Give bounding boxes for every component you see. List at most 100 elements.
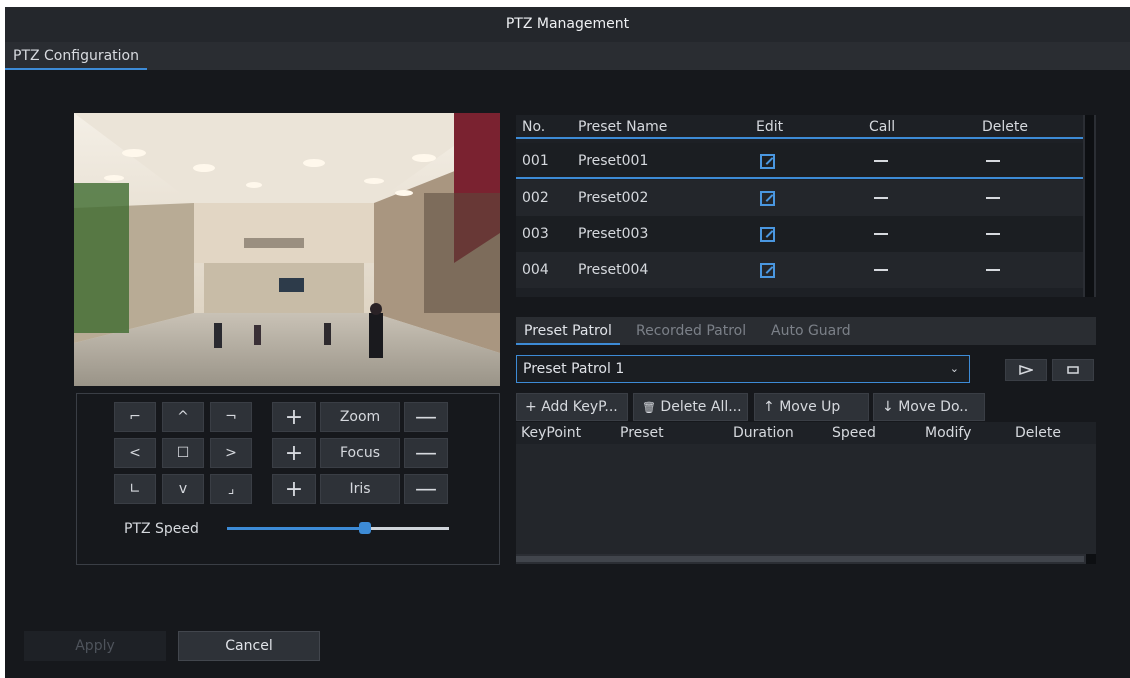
tab-auto-guard[interactable]: Auto Guard [763,317,859,345]
preset-name: Preset003 [578,226,649,242]
preset-table-header: No. Preset Name Edit Call Delete [516,115,1083,139]
left-arrow-icon[interactable]: < [114,438,156,468]
plus-icon: + [525,399,537,415]
keypoint-table-header: KeyPoint Preset Duration Speed Modify De… [516,422,1096,444]
edit-icon[interactable] [760,180,775,216]
keypoint-table-scrollbar[interactable] [516,554,1096,564]
scrollbar-thumb[interactable] [516,556,1084,562]
header-delete: Delete [982,119,1028,135]
ptz-speed-fill [227,527,365,530]
apply-button[interactable]: Apply [24,631,166,661]
call-preset-button[interactable] [874,252,888,288]
preset-table-scrollbar[interactable] [1083,115,1096,297]
up-arrow-icon[interactable]: ^ [162,402,204,432]
preset-name: Preset004 [578,262,649,278]
preset-no: 004 [522,262,549,278]
focus-far-button[interactable]: — [404,438,448,468]
delete-all-button[interactable]: 🗑 Delete All... [633,393,748,421]
add-keypoint-button[interactable]: + Add KeyP... [516,393,628,421]
call-preset-button[interactable] [874,180,888,216]
move-down-label: Move Do.. [898,399,969,415]
direction-glyph: ⌐ [129,409,141,425]
zoom-out-button[interactable]: — [404,402,448,432]
mall-scene-image [74,113,500,386]
direction-glyph: ^ [177,409,189,425]
iris-open-button[interactable]: + [272,474,316,504]
scrollbar-corner [1086,554,1096,564]
delete-preset-button[interactable] [986,252,1000,288]
keypoint-table: KeyPoint Preset Duration Speed Modify De… [516,422,1096,564]
header-preset: Preset [620,425,664,441]
delete-preset-button[interactable] [986,143,1000,179]
preset-row[interactable]: 001 Preset001 [516,143,1083,179]
top-left-arrow-icon[interactable]: ⌐ [114,402,156,432]
ptz-control-panel: ⌐ ^ ¬ < ☐ > ∟ v ⌟ + Zoom — + Focus — + I… [76,393,500,565]
center-stop-icon[interactable]: ☐ [162,438,204,468]
patrol-select[interactable]: Preset Patrol 1 ⌄ [516,355,970,383]
call-preset-button[interactable] [874,216,888,252]
stop-patrol-button[interactable] [1052,359,1094,381]
direction-glyph: ☐ [176,445,190,461]
patrol-select-value: Preset Patrol 1 [523,361,625,377]
tab-recorded-patrol[interactable]: Recorded Patrol [628,317,754,345]
move-up-button[interactable]: ↑ Move Up [754,393,869,421]
focus-near-button[interactable]: + [272,438,316,468]
preset-no: 001 [522,153,549,169]
delete-all-label: Delete All... [660,399,742,415]
ptz-speed-handle[interactable] [358,522,371,534]
preset-table: No. Preset Name Edit Call Delete 001 Pre… [516,115,1096,297]
right-arrow-icon[interactable]: > [210,438,252,468]
cancel-button[interactable]: Cancel [178,631,320,661]
ptz-management-window: PTZ Management PTZ Configuration ⌐ ^ ¬ <… [5,7,1130,678]
bottom-right-arrow-icon[interactable]: ⌟ [210,474,252,504]
top-right-arrow-icon[interactable]: ¬ [210,402,252,432]
live-video-preview[interactable] [74,113,500,386]
preset-row[interactable]: 004 Preset004 [516,252,1083,288]
iris-close-button[interactable]: — [404,474,448,504]
header-speed: Speed [832,425,876,441]
ptz-speed-label: PTZ Speed [124,521,199,537]
direction-glyph: v [178,481,188,497]
header-delete: Delete [1015,425,1061,441]
edit-icon[interactable] [760,216,775,252]
trash-icon: 🗑 [642,401,656,414]
call-preset-button[interactable] [874,143,888,179]
play-patrol-button[interactable] [1005,359,1047,381]
header-no: No. [522,119,546,135]
window-title: PTZ Management [5,7,1130,42]
bottom-left-arrow-icon[interactable]: ∟ [114,474,156,504]
chevron-down-icon: ⌄ [949,362,959,375]
direction-glyph: < [129,445,141,461]
header-edit: Edit [756,119,784,135]
header-call: Call [869,119,896,135]
ptz-speed-slider[interactable] [227,522,449,534]
delete-preset-button[interactable] [986,180,1000,216]
preset-no: 003 [522,226,549,242]
iris-label: Iris [320,474,400,504]
tab-strip: PTZ Configuration [5,42,1130,70]
tab-ptz-configuration[interactable]: PTZ Configuration [5,42,147,70]
direction-glyph: ∟ [129,481,141,497]
direction-glyph: ¬ [225,409,237,425]
delete-preset-button[interactable] [986,216,1000,252]
tab-preset-patrol[interactable]: Preset Patrol [516,317,620,345]
edit-icon[interactable] [760,252,775,288]
zoom-in-button[interactable]: + [272,402,316,432]
preset-row[interactable]: 003 Preset003 [516,216,1083,252]
preset-row[interactable]: 002 Preset002 [516,180,1083,216]
edit-icon[interactable] [760,143,775,179]
scrollbar-thumb[interactable] [1085,115,1094,297]
patrol-tab-strip: Preset Patrol Recorded Patrol Auto Guard [516,317,1096,345]
direction-glyph: > [225,445,237,461]
move-down-button[interactable]: ↓ Move Do.. [873,393,985,421]
header-modify: Modify [925,425,972,441]
down-arrow-icon[interactable]: v [162,474,204,504]
preset-no: 002 [522,190,549,206]
header-duration: Duration [733,425,794,441]
add-keypoint-label: Add KeyP... [541,399,618,415]
focus-label: Focus [320,438,400,468]
move-up-label: Move Up [779,399,841,415]
arrow-up-icon: ↑ [763,399,775,415]
preset-name: Preset001 [578,153,649,169]
header-keypoint: KeyPoint [521,425,582,441]
